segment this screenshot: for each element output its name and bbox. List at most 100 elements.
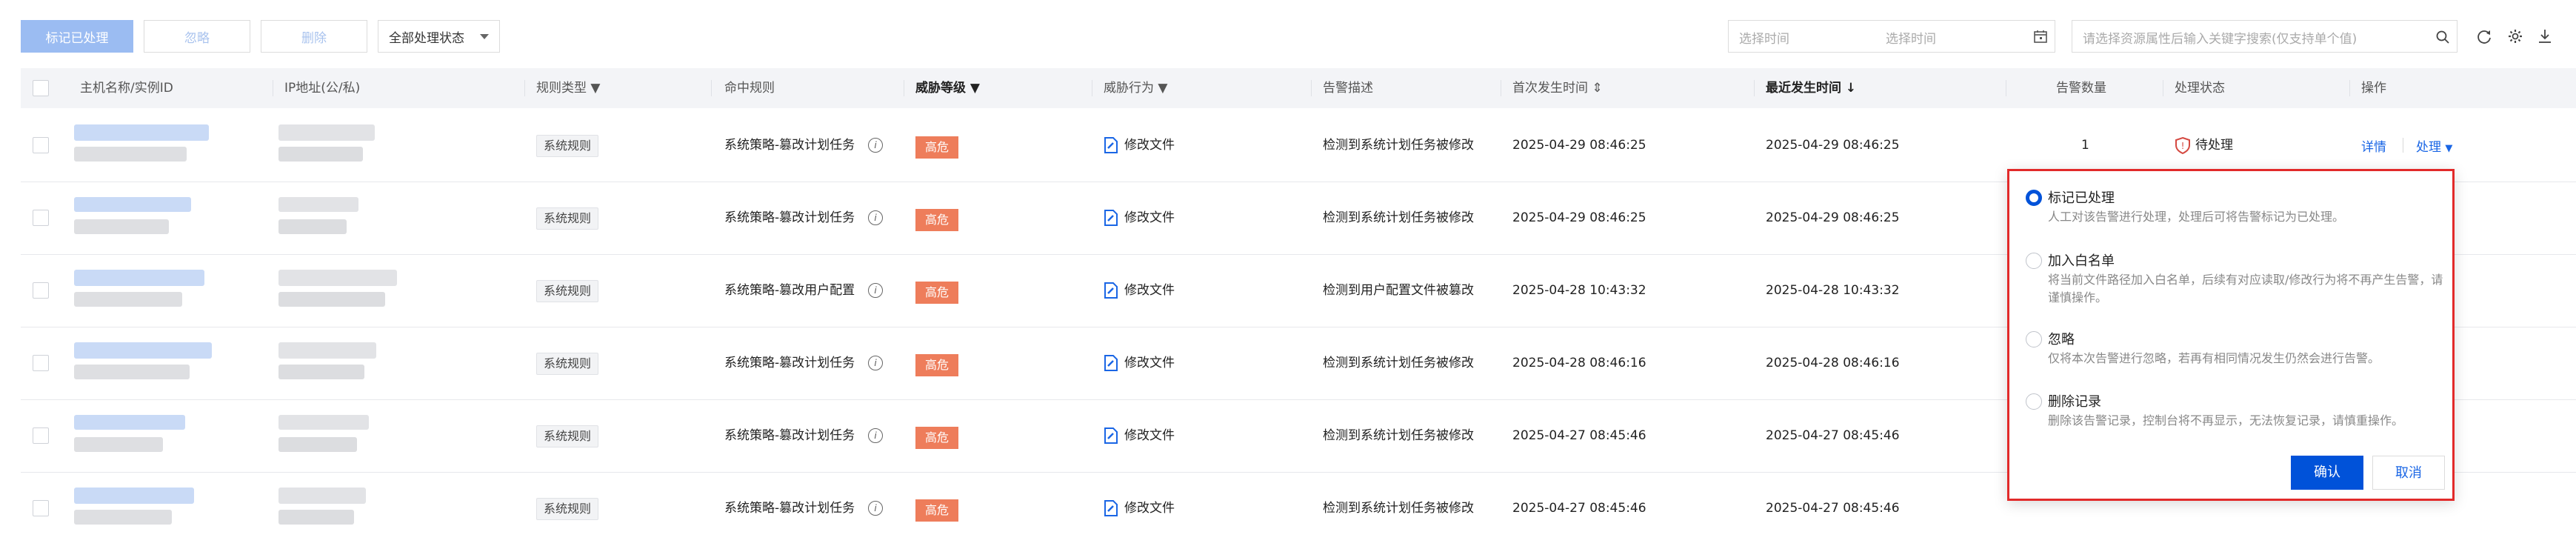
alert-desc-text: 检测到系统计划任务被修改 [1323,138,1474,153]
option-mark-handled-radio[interactable] [2026,190,2042,206]
status-text: 待处理 [2195,138,2233,153]
cancel-button[interactable]: 取消 [2372,456,2445,490]
last-time-text: 2025-04-29 08:46:25 [1766,138,1900,153]
hit-rule-text: 系统策略-篡改计划任务 [724,138,855,153]
svg-text:!: ! [2181,141,2185,151]
sort-icon[interactable]: ⇕ [1592,81,1602,96]
handle-dropdown[interactable]: 处理 ▼ [2416,136,2452,155]
refresh-icon[interactable] [2476,28,2492,44]
host-name-link[interactable] [74,270,204,286]
host-name-link[interactable] [74,415,185,430]
host-name-link[interactable] [74,342,212,359]
filter-icon[interactable]: ▼ [1158,81,1167,96]
first-time-text: 2025-04-28 08:46:16 [1512,356,1646,370]
hit-rule-text: 系统策略-篡改计划任务 [724,501,855,516]
threat-level-tag: 高危 [915,427,958,449]
date-start-input[interactable]: 选择时间 [1739,28,1789,47]
row-checkbox[interactable] [33,210,49,226]
first-time-text: 2025-04-29 08:46:25 [1512,138,1646,153]
host-name-link[interactable] [74,197,191,212]
private-ip [278,219,347,234]
alert-desc-text: 检测到系统计划任务被修改 [1323,428,1474,443]
ignore-button[interactable]: 忽略 [144,20,250,53]
info-icon[interactable]: i [868,283,883,298]
option-whitelist-title[interactable]: 加入白名单 [2048,250,2115,270]
info-icon[interactable]: i [868,501,883,516]
header-alert-desc: 告警描述 [1323,81,1373,96]
search-icon[interactable] [2435,30,2450,44]
first-time-text: 2025-04-29 08:46:25 [1512,210,1646,225]
option-delete-desc: 删除该告警记录，控制台将不再显示，无法恢复记录，请慎重操作。 [2048,413,2404,427]
public-ip [278,270,397,286]
row-checkbox[interactable] [33,427,49,444]
sort-desc-icon[interactable]: ↓ [1846,81,1856,96]
hit-rule-text: 系统策略-篡改计划任务 [724,210,855,225]
option-mark-handled-desc: 人工对该告警进行处理，处理后可将告警标记为已处理。 [2048,210,2345,224]
threat-level-tag: 高危 [915,209,958,231]
header-ip: IP地址(公/私) [284,81,361,96]
hit-rule-text: 系统策略-篡改用户配置 [724,283,855,298]
threat-level-tag: 高危 [915,136,958,159]
header-first-time: 首次发生时间 ⇕ [1512,81,1603,96]
info-icon[interactable]: i [868,210,883,225]
date-end-input[interactable]: 选择时间 [1886,28,1936,47]
row-checkbox[interactable] [33,500,49,516]
alert-count-text: 1 [2081,138,2089,153]
filter-icon[interactable]: ▼ [970,81,980,96]
private-ip [278,510,354,525]
row-checkbox[interactable] [33,355,49,371]
public-ip [278,415,369,430]
last-time-text: 2025-04-29 08:46:25 [1766,210,1900,225]
public-ip [278,342,376,359]
private-ip [278,147,363,162]
file-edit-icon [1104,137,1118,153]
option-ignore-desc: 仅将本次告警进行忽略，若再有相同情况发生仍然会进行告警。 [2048,351,2380,365]
first-time-text: 2025-04-27 08:45:46 [1512,428,1646,443]
info-icon[interactable]: i [868,138,883,153]
threat-action-text: 修改文件 [1124,428,1175,443]
detail-link[interactable]: 详情 [2361,136,2386,155]
instance-id [74,292,182,307]
filter-icon[interactable]: ▼ [590,81,600,96]
option-ignore-radio[interactable] [2026,331,2042,347]
hit-rule-text: 系统策略-篡改计划任务 [724,428,855,443]
status-filter-select[interactable]: 全部处理状态 [378,20,500,53]
threat-action-text: 修改文件 [1124,283,1175,298]
header-actions: 操作 [2361,81,2386,96]
rule-type-tag: 系统规则 [536,135,599,157]
last-time-text: 2025-04-28 10:43:32 [1766,283,1900,298]
delete-button[interactable]: 删除 [261,20,367,53]
private-ip [278,292,385,307]
header-hit-rule: 命中规则 [724,81,775,96]
private-ip [278,437,357,452]
search-placeholder: 请选择资源属性后输入关键字搜索(仅支持单个值) [2083,32,2358,47]
row-checkbox[interactable] [33,137,49,153]
first-time-text: 2025-04-28 10:43:32 [1512,283,1646,298]
gear-icon[interactable] [2507,28,2523,44]
host-name-link[interactable] [74,124,209,141]
date-range-picker[interactable]: 选择时间 选择时间 [1728,20,2055,53]
info-icon[interactable]: i [868,428,883,443]
search-input[interactable]: 请选择资源属性后输入关键字搜索(仅支持单个值) [2072,20,2457,53]
instance-id [74,219,169,234]
row-checkbox[interactable] [33,282,49,299]
mark-handled-button[interactable]: 标记已处理 [21,20,133,53]
option-ignore-title[interactable]: 忽略 [2048,329,2075,348]
instance-id [74,365,190,379]
status-filter-value: 全部处理状态 [389,30,464,46]
calendar-icon[interactable] [2033,29,2048,44]
info-icon[interactable]: i [868,356,883,370]
host-name-link[interactable] [74,488,194,504]
handle-popover: 标记已处理 人工对该告警进行处理，处理后可将告警标记为已处理。 加入白名单 将当… [2007,169,2455,501]
select-all-checkbox[interactable] [33,80,49,96]
confirm-button[interactable]: 确认 [2291,456,2363,490]
download-icon[interactable] [2537,28,2553,44]
first-time-text: 2025-04-27 08:45:46 [1512,501,1646,516]
option-whitelist-radio[interactable] [2026,253,2042,269]
file-edit-icon [1104,427,1118,444]
option-delete-radio[interactable] [2026,393,2042,410]
header-last-time: 最近发生时间 ↓ [1766,81,1857,96]
option-delete-title[interactable]: 删除记录 [2048,391,2101,410]
alert-desc-text: 检测到用户配置文件被篡改 [1323,283,1474,298]
option-mark-handled-title[interactable]: 标记已处理 [2048,187,2115,207]
